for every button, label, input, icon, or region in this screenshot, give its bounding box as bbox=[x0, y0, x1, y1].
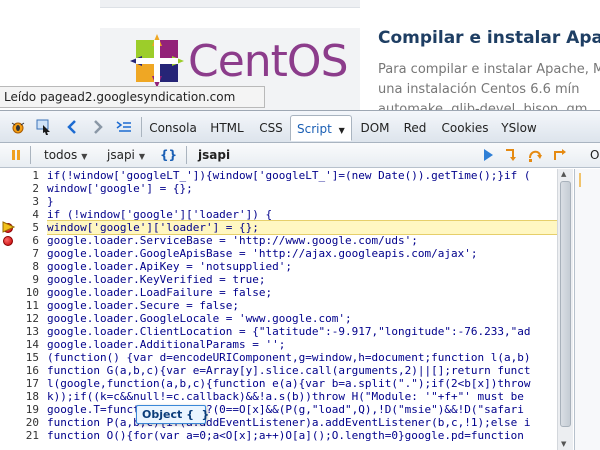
line-number[interactable]: 7 bbox=[15, 247, 39, 260]
watch-tooltip: Object { } bbox=[136, 405, 209, 424]
inspect-icon[interactable] bbox=[36, 119, 52, 135]
line-number[interactable]: 4 bbox=[15, 208, 39, 221]
tab-yslow[interactable]: YSlow bbox=[497, 115, 541, 141]
line-number-gutter[interactable]: 1 2 3 4 5 6 7 8 9 10 11 12 13 14 15 16 17 18 19 20 21 bbox=[0, 169, 42, 450]
line-number[interactable]: 20 bbox=[15, 416, 39, 429]
back-icon[interactable] bbox=[64, 119, 80, 135]
line-number[interactable]: 21 bbox=[15, 429, 39, 442]
firebug-panel: Consola HTML CSS Script ▼ DOM Red Cookie… bbox=[0, 110, 600, 450]
line-number[interactable]: 11 bbox=[15, 299, 39, 312]
line-number[interactable]: 16 bbox=[15, 364, 39, 377]
breakpoint-icon[interactable] bbox=[3, 236, 13, 246]
line-number[interactable]: 2 bbox=[15, 182, 39, 195]
line-number[interactable]: 18 bbox=[15, 390, 39, 403]
code-line[interactable]: window['google'] = {}; bbox=[47, 182, 573, 195]
script-toolbar: todos ▼ jsapi ▼ {} jsapi O bbox=[0, 143, 600, 168]
line-number[interactable]: 17 bbox=[15, 377, 39, 390]
tab-red[interactable]: Red bbox=[398, 115, 432, 141]
line-number[interactable]: 6 bbox=[15, 234, 39, 247]
step-over-icon[interactable] bbox=[527, 147, 543, 163]
script-file-dropdown[interactable]: jsapi ▼ bbox=[107, 143, 145, 167]
command-editor-icon[interactable] bbox=[116, 119, 132, 135]
code-line[interactable]: k));if((k=c&&null!=c.callback)&&!a.s(b))… bbox=[47, 390, 573, 403]
line-number[interactable]: 14 bbox=[15, 338, 39, 351]
scroll-up-icon[interactable]: ▲ bbox=[561, 170, 566, 178]
article-line: una instalación Centos 6.6 mín bbox=[378, 82, 580, 97]
toolbar-separator bbox=[30, 146, 31, 164]
pause-on-exceptions-icon[interactable] bbox=[8, 147, 24, 163]
tab-cookies[interactable]: Cookies bbox=[437, 115, 493, 141]
tab-consola[interactable]: Consola bbox=[146, 115, 200, 141]
tab-css[interactable]: CSS bbox=[253, 115, 289, 141]
chevron-down-icon[interactable]: ▼ bbox=[339, 126, 345, 135]
code-line[interactable]: } bbox=[47, 195, 573, 208]
script-file-label: jsapi bbox=[107, 148, 135, 162]
chevron-down-icon: ▼ bbox=[138, 152, 146, 161]
code-line[interactable]: google.loader.ServiceBase = 'http://www.… bbox=[47, 234, 573, 247]
line-number[interactable]: 10 bbox=[15, 286, 39, 299]
tab-script[interactable]: Script ▼ bbox=[290, 115, 352, 141]
line-number[interactable]: 9 bbox=[15, 273, 39, 286]
toolbar-separator bbox=[141, 117, 142, 137]
code-line[interactable]: google.loader.GoogleApisBase = 'http://a… bbox=[47, 247, 573, 260]
source-code[interactable]: if(!window['googleLT_']){window['googleL… bbox=[47, 169, 573, 450]
code-line[interactable]: function O(){for(var a=0;a<O[x];a++)O[a]… bbox=[47, 429, 573, 442]
code-line[interactable]: google.loader.LoadFailure = false; bbox=[47, 286, 573, 299]
line-number[interactable]: 19 bbox=[15, 403, 39, 416]
current-script-breadcrumb[interactable]: jsapi bbox=[198, 143, 230, 167]
code-line[interactable]: google.loader.Secure = false; bbox=[47, 299, 573, 312]
tab-html[interactable]: HTML bbox=[204, 115, 250, 141]
line-number[interactable]: 12 bbox=[15, 312, 39, 325]
code-line[interactable]: function G(a,b,c){var e=Array[y].slice.c… bbox=[47, 364, 573, 377]
code-line[interactable]: l(google,function(a,b,c){function e(a){v… bbox=[47, 377, 573, 390]
scroll-down-icon[interactable]: ▼ bbox=[561, 440, 566, 448]
line-number[interactable]: 8 bbox=[15, 260, 39, 273]
chevron-down-icon: ▼ bbox=[81, 152, 88, 161]
line-number[interactable]: 15 bbox=[15, 351, 39, 364]
article-line: Para compilar e instalar Apache, M bbox=[378, 62, 600, 77]
article-line: automake, glib-devel, bison, gm bbox=[378, 102, 588, 110]
script-filter-label: todos bbox=[44, 148, 78, 162]
code-line[interactable]: google.T=function(a,b){b?(0==O[x]&&(P(g,… bbox=[47, 403, 573, 416]
watch-side-panel[interactable] bbox=[574, 169, 600, 450]
firebug-toolbar: Consola HTML CSS Script ▼ DOM Red Cookie… bbox=[0, 111, 600, 143]
continue-icon[interactable] bbox=[480, 147, 496, 163]
line-number[interactable]: 5 bbox=[15, 221, 39, 234]
toolbar-separator bbox=[186, 146, 187, 164]
code-line[interactable]: google.loader.GoogleLocale = 'www.google… bbox=[47, 312, 573, 325]
code-line[interactable]: google.loader.ClientLocation = {"latitud… bbox=[47, 325, 573, 338]
script-filter-dropdown[interactable]: todos ▼ bbox=[44, 143, 87, 167]
execution-pointer-icon bbox=[2, 221, 15, 233]
tab-dom[interactable]: DOM bbox=[356, 115, 394, 141]
status-bar: Leído pagead2.googlesyndication.com bbox=[0, 86, 265, 108]
side-panel-tab[interactable]: O bbox=[590, 143, 599, 167]
code-line[interactable]: google.loader.KeyVerified = true; bbox=[47, 273, 573, 286]
code-line[interactable]: google.loader.AdditionalParams = ''; bbox=[47, 338, 573, 351]
tab-script-label: Script bbox=[297, 122, 332, 136]
line-number[interactable]: 3 bbox=[15, 195, 39, 208]
current-execution-line[interactable]: window['google']['loader'] = {}; bbox=[47, 220, 573, 235]
page-top-banner bbox=[100, 0, 360, 8]
code-line[interactable]: function P(a,b,c){if(a.addEventListener)… bbox=[47, 416, 573, 429]
centos-logo-text: CentOS bbox=[188, 36, 348, 87]
line-number[interactable]: 13 bbox=[15, 325, 39, 338]
pretty-print-button[interactable]: {} bbox=[160, 143, 177, 167]
code-line[interactable]: if(!window['googleLT_']){window['googleL… bbox=[47, 169, 573, 182]
forward-icon[interactable] bbox=[90, 119, 106, 135]
source-scrollbar[interactable]: ▲ ▼ bbox=[557, 169, 573, 450]
side-panel-marker bbox=[579, 173, 581, 187]
code-line[interactable]: google.loader.ApiKey = 'notsupplied'; bbox=[47, 260, 573, 273]
line-number[interactable]: 1 bbox=[15, 169, 39, 182]
step-out-icon[interactable] bbox=[551, 147, 567, 163]
code-line[interactable]: if (!window['google']['loader']) { bbox=[47, 208, 573, 221]
article-title[interactable]: Compilar e instalar Apache bbox=[378, 28, 600, 48]
article-excerpt: Para compilar e instalar Apache, M una i… bbox=[378, 60, 600, 110]
code-line[interactable]: (function() {var d=encodeURIComponent,g=… bbox=[47, 351, 573, 364]
centos-logo-icon bbox=[130, 34, 184, 88]
script-source-view: 1 2 3 4 5 6 7 8 9 10 11 12 13 14 15 16 17 18 19 20 21 if(!wi… bbox=[0, 169, 573, 450]
scrollbar-thumb[interactable] bbox=[560, 181, 571, 427]
firebug-icon[interactable] bbox=[10, 119, 26, 135]
step-into-icon[interactable] bbox=[503, 147, 519, 163]
